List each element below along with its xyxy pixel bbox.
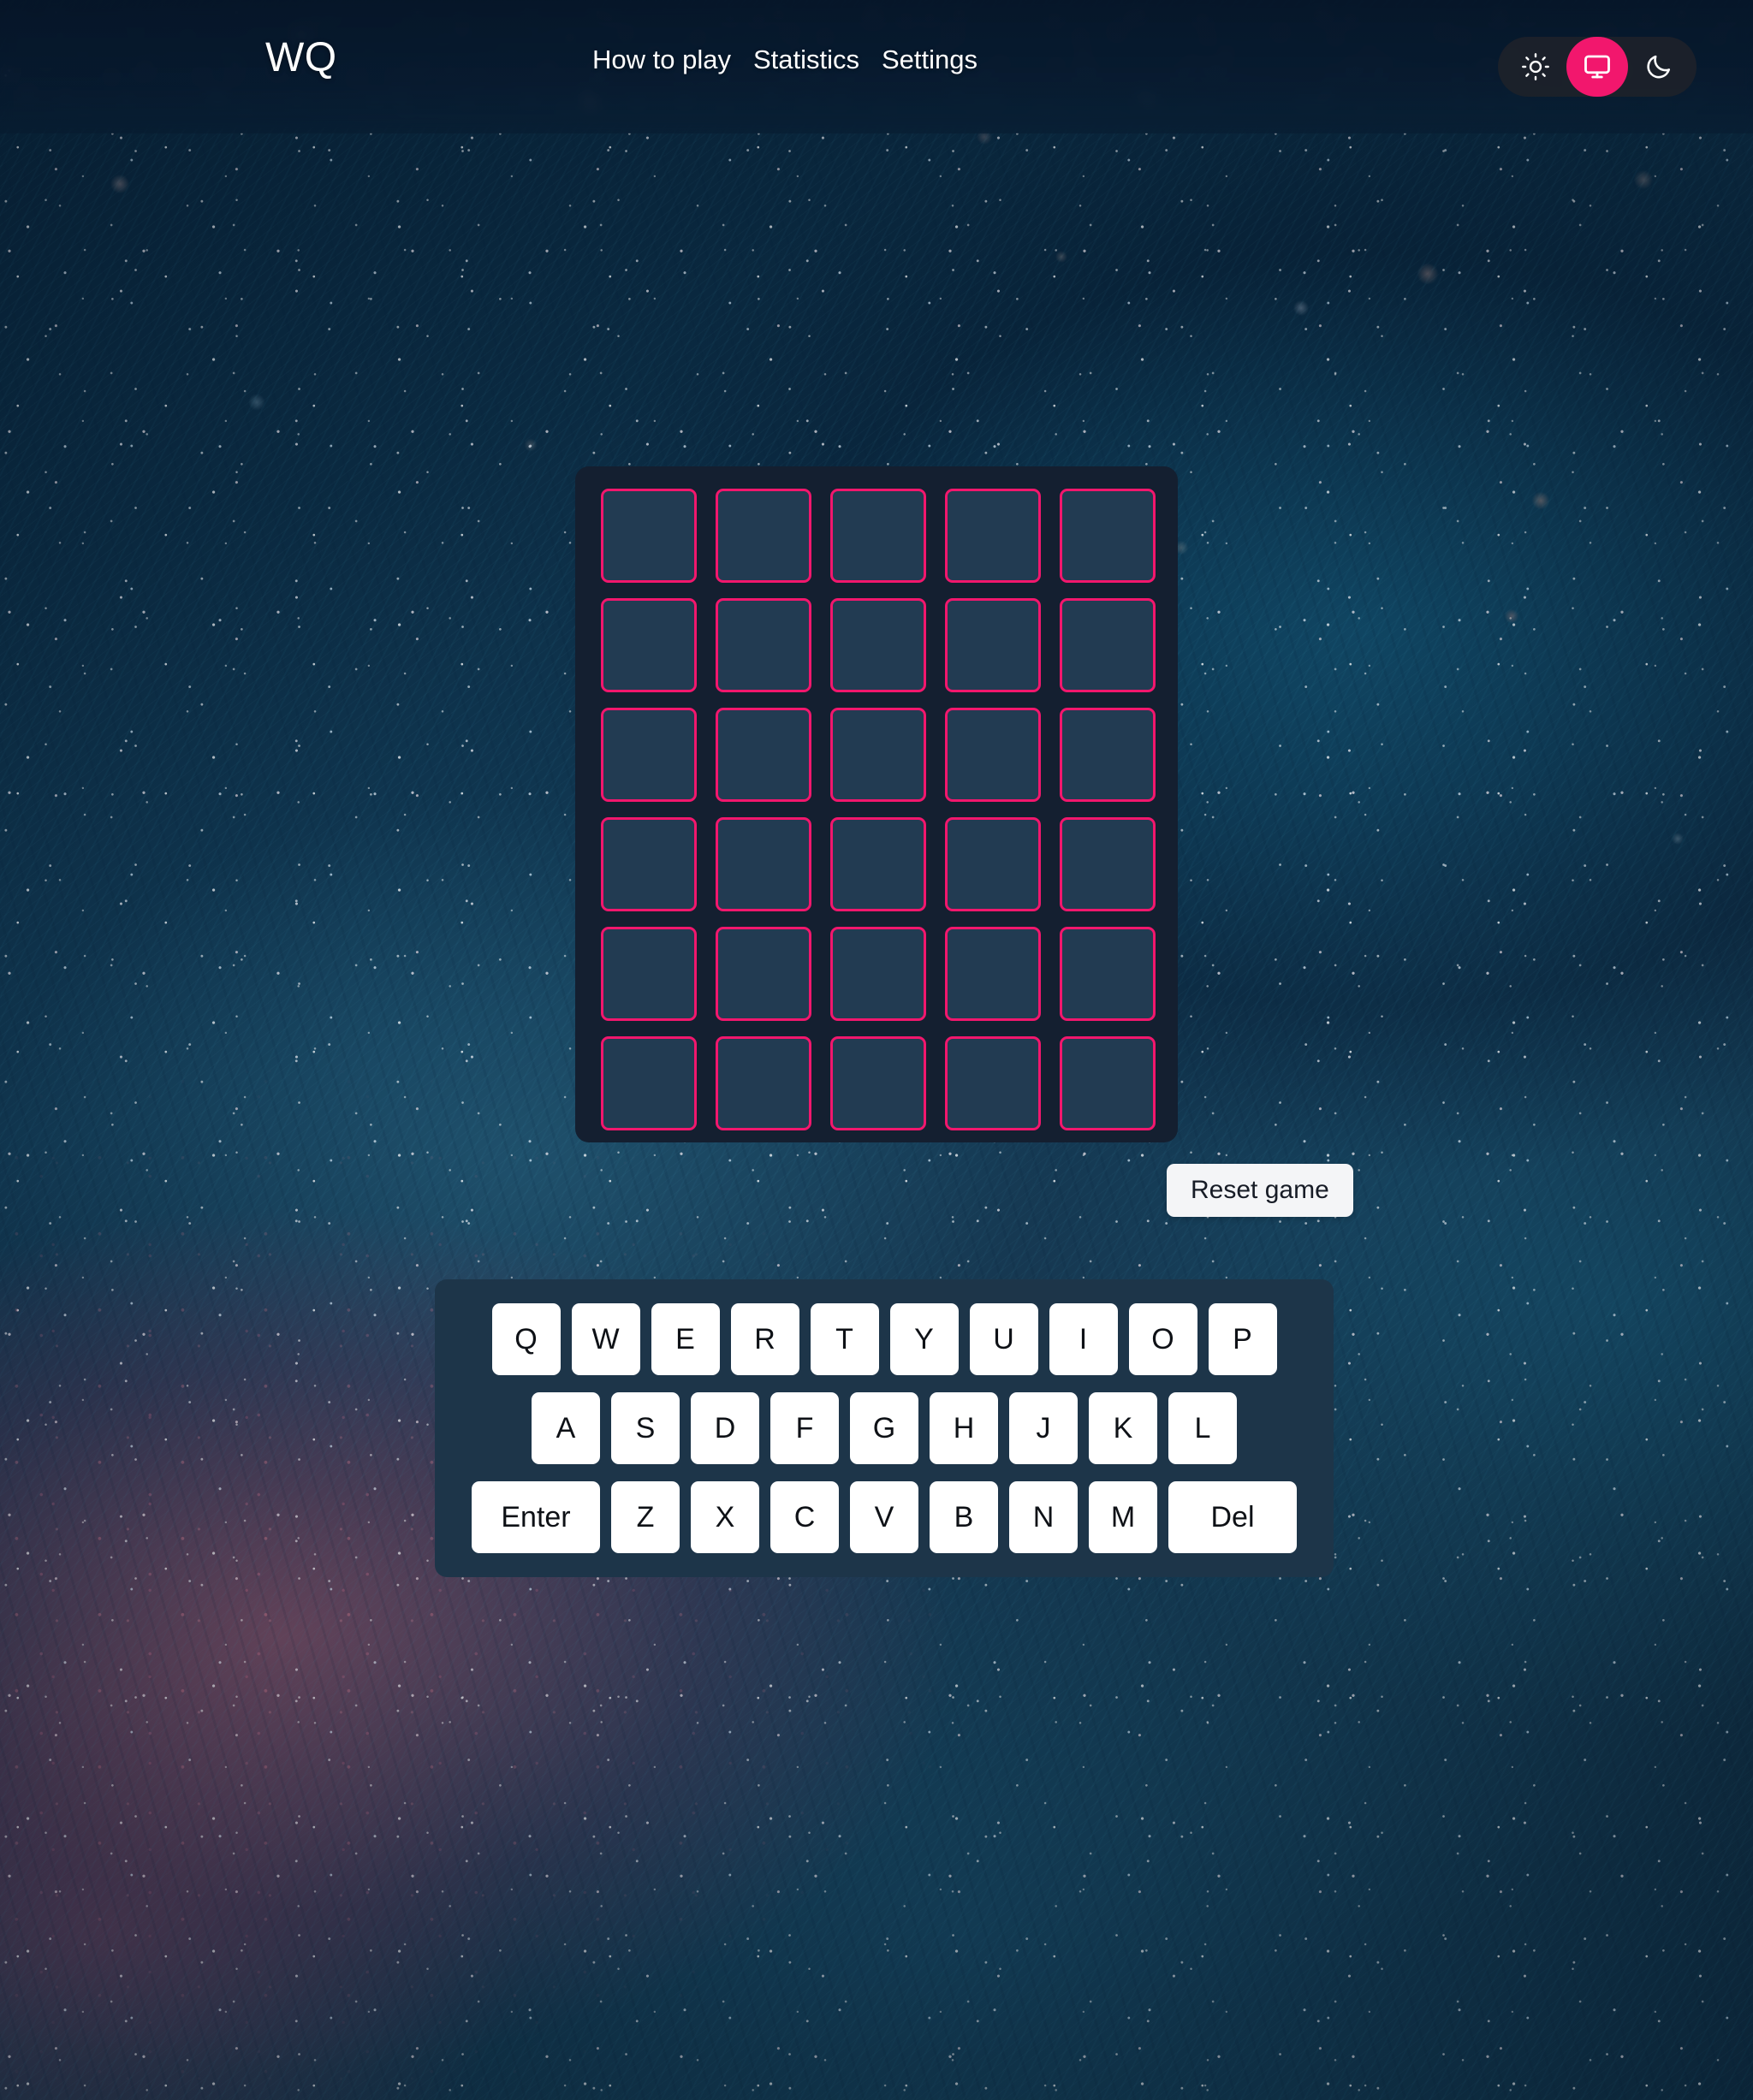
key-t[interactable]: T <box>810 1303 879 1375</box>
key-b[interactable]: B <box>930 1481 998 1553</box>
key-w[interactable]: W <box>571 1303 640 1375</box>
key-e[interactable]: E <box>651 1303 720 1375</box>
board-tile <box>601 927 697 1021</box>
board-tile <box>830 708 926 802</box>
main-navigation: How to play Statistics Settings <box>592 46 978 73</box>
key-r[interactable]: R <box>730 1303 799 1375</box>
board-tile <box>945 708 1041 802</box>
keyboard-row: Enter Z X C V B N M Del <box>454 1481 1315 1553</box>
theme-dark-button[interactable] <box>1628 37 1690 97</box>
theme-system-button[interactable] <box>1566 37 1628 97</box>
board-tile <box>601 598 697 692</box>
display-icon <box>1582 51 1613 82</box>
board-tile <box>1060 1036 1156 1130</box>
reset-game-button[interactable]: Reset game <box>1167 1164 1353 1217</box>
keyboard-row: ASDFGHJKL <box>454 1392 1315 1464</box>
key-g[interactable]: G <box>850 1392 918 1464</box>
keyboard-row: QWERTYUIOP <box>454 1303 1315 1375</box>
sun-icon <box>1521 52 1550 81</box>
board-tile <box>830 1036 926 1130</box>
key-c[interactable]: C <box>770 1481 839 1553</box>
board-tile <box>945 817 1041 911</box>
game-board-panel <box>575 466 1178 1142</box>
board-tile <box>1060 489 1156 583</box>
app-header: WQ How to play Statistics Settings <box>0 0 1753 133</box>
board-tile <box>716 817 811 911</box>
key-o[interactable]: O <box>1128 1303 1197 1375</box>
theme-light-button[interactable] <box>1505 37 1566 97</box>
board-tile <box>1060 598 1156 692</box>
theme-switcher <box>1498 37 1697 97</box>
key-i[interactable]: I <box>1049 1303 1118 1375</box>
board-tile <box>716 489 811 583</box>
key-m[interactable]: M <box>1089 1481 1157 1553</box>
key-u[interactable]: U <box>969 1303 1038 1375</box>
app-root: WQ How to play Statistics Settings Reset… <box>0 0 1753 2100</box>
board-tile <box>945 1036 1041 1130</box>
board-tile <box>830 817 926 911</box>
board-tile <box>601 489 697 583</box>
board-tile <box>601 1036 697 1130</box>
nav-settings[interactable]: Settings <box>882 46 978 73</box>
board-tile <box>1060 927 1156 1021</box>
board-tile <box>945 489 1041 583</box>
board-tile <box>716 1036 811 1130</box>
game-board-grid <box>601 489 1156 1130</box>
key-h[interactable]: H <box>930 1392 998 1464</box>
key-q[interactable]: Q <box>491 1303 561 1375</box>
board-tile <box>830 489 926 583</box>
key-s[interactable]: S <box>611 1392 680 1464</box>
key-j[interactable]: J <box>1009 1392 1078 1464</box>
key-d[interactable]: D <box>691 1392 759 1464</box>
nav-statistics[interactable]: Statistics <box>753 46 859 73</box>
onscreen-keyboard: Q W E R T Y U I O P A S D F G H J K L Enter Z X C V B N M Del <box>435 1279 1334 1577</box>
app-logo[interactable]: WQ <box>265 38 337 79</box>
board-tile <box>830 598 926 692</box>
key-n[interactable]: N <box>1009 1481 1078 1553</box>
key-p[interactable]: P <box>1208 1303 1277 1375</box>
key-enter[interactable]: Enter <box>472 1481 600 1553</box>
key-l[interactable]: L <box>1168 1392 1237 1464</box>
board-tile <box>601 708 697 802</box>
key-a[interactable]: A <box>532 1392 600 1464</box>
moon-icon <box>1644 52 1673 81</box>
board-tile <box>830 927 926 1021</box>
key-del[interactable]: Del <box>1168 1481 1297 1553</box>
board-tile <box>601 817 697 911</box>
nav-how-to-play[interactable]: How to play <box>592 46 731 73</box>
board-tile <box>1060 817 1156 911</box>
key-v[interactable]: V <box>850 1481 918 1553</box>
key-k[interactable]: K <box>1089 1392 1157 1464</box>
board-tile <box>716 927 811 1021</box>
key-f[interactable]: F <box>770 1392 839 1464</box>
key-x[interactable]: X <box>691 1481 759 1553</box>
board-tile <box>945 927 1041 1021</box>
board-tile <box>945 598 1041 692</box>
key-z[interactable]: Z <box>611 1481 680 1553</box>
board-tile <box>716 708 811 802</box>
key-y[interactable]: Y <box>889 1303 959 1375</box>
board-tile <box>1060 708 1156 802</box>
board-tile <box>716 598 811 692</box>
